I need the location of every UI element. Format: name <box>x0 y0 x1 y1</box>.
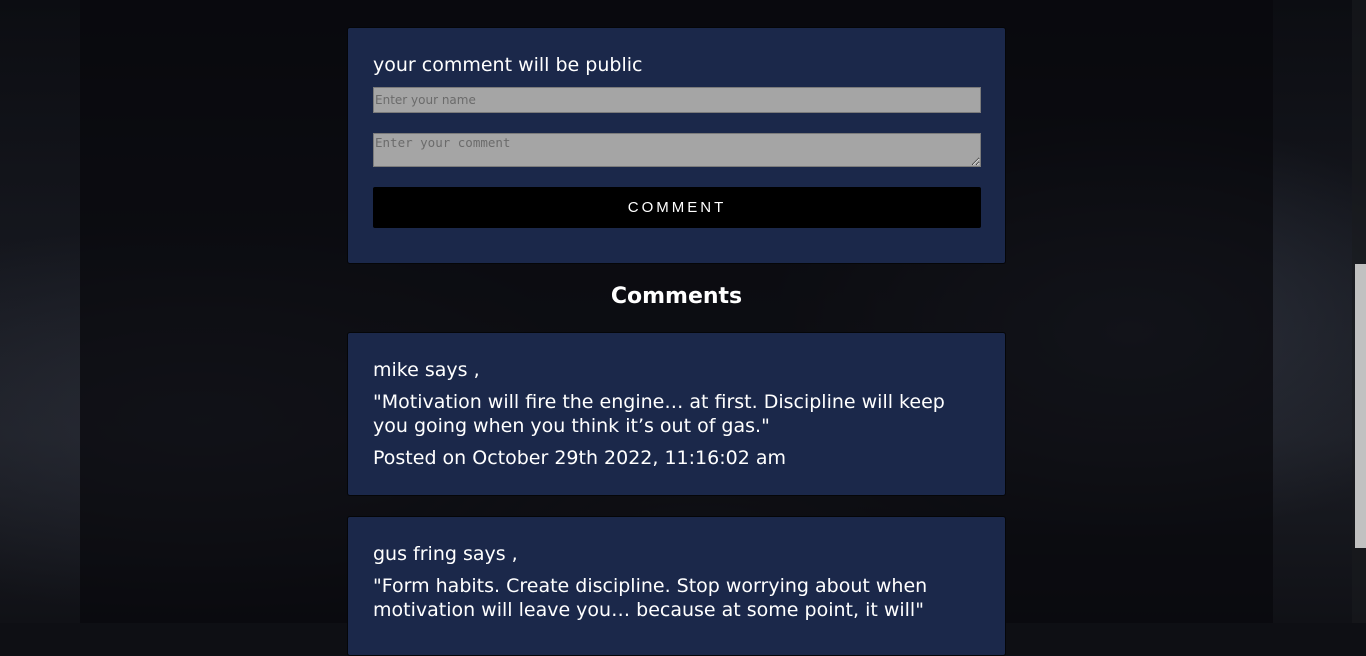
scrollbar-thumb[interactable] <box>1355 264 1366 548</box>
comment-text: "Form habits. Create discipline. Stop wo… <box>373 575 928 621</box>
comment-author: mike says , <box>373 359 480 381</box>
comment-date: Posted on October 29th 2022, 11:16:02 am <box>373 447 786 469</box>
comment-form-card: your comment will be public COMMENT <box>347 27 1006 264</box>
comment-author: gus fring says , <box>373 543 518 565</box>
name-input[interactable] <box>373 87 981 113</box>
comment-card: mike says , "Motivation will fire the en… <box>347 332 1006 496</box>
comment-text: "Motivation will fire the engine… at fir… <box>373 391 945 437</box>
comment-textarea[interactable] <box>373 133 981 167</box>
form-heading: your comment will be public <box>373 54 643 76</box>
comment-submit-button[interactable]: COMMENT <box>373 187 981 228</box>
comment-card: gus fring says , "Form habits. Create di… <box>347 516 1006 656</box>
comments-title: Comments <box>610 284 743 309</box>
